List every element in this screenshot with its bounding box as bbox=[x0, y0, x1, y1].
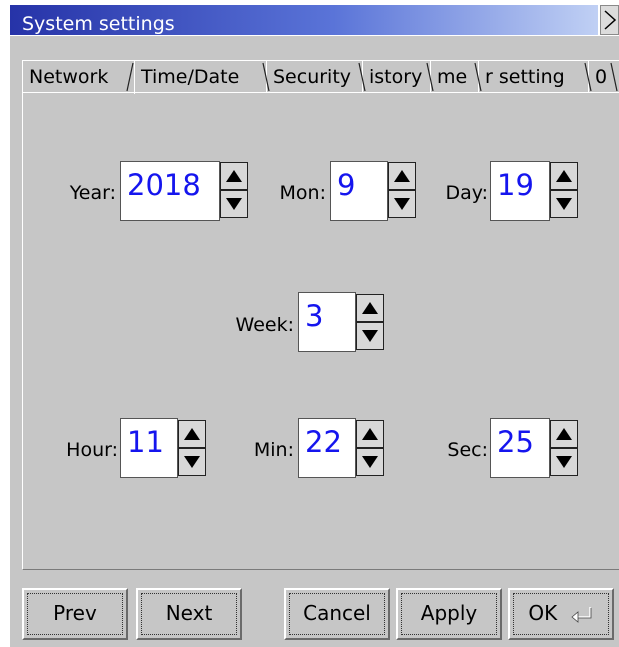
window-title: System settings bbox=[22, 13, 175, 35]
chevron-right-icon bbox=[604, 10, 617, 30]
minute-input[interactable]: 22 bbox=[298, 418, 356, 478]
tab-user-setting[interactable]: r setting bbox=[478, 60, 588, 92]
next-button[interactable]: Next bbox=[136, 588, 242, 640]
day-decrement-button[interactable] bbox=[550, 190, 578, 218]
week-decrement-button[interactable] bbox=[356, 322, 384, 350]
hour-increment-button[interactable] bbox=[178, 420, 206, 448]
arrow-up-icon bbox=[226, 170, 242, 182]
tab-label: istory bbox=[369, 66, 423, 88]
tab-divider bbox=[358, 62, 366, 92]
tab-divider bbox=[262, 62, 270, 92]
tab-history[interactable]: istory bbox=[362, 60, 430, 92]
arrow-up-icon bbox=[556, 170, 572, 182]
second-increment-button[interactable] bbox=[550, 420, 578, 448]
close-button[interactable] bbox=[600, 5, 619, 35]
title-bar-fill: System settings bbox=[10, 5, 598, 35]
tab-strip: Network Time/Date Security istory me r s… bbox=[22, 60, 619, 94]
tab-divider bbox=[610, 62, 618, 92]
ok-button-label: OK bbox=[528, 601, 558, 625]
month-decrement-button[interactable] bbox=[388, 190, 416, 218]
month-input[interactable]: 9 bbox=[330, 161, 388, 221]
apply-button[interactable]: Apply bbox=[396, 588, 502, 640]
week-label: Week: bbox=[235, 314, 294, 336]
year-spinner bbox=[220, 162, 248, 218]
year-input[interactable]: 2018 bbox=[120, 161, 220, 221]
next-button-label: Next bbox=[165, 601, 213, 625]
minute-spinner bbox=[356, 420, 384, 476]
tab-label: me bbox=[437, 66, 468, 88]
arrow-up-icon bbox=[362, 428, 378, 440]
arrow-down-icon bbox=[556, 456, 572, 468]
week-increment-button[interactable] bbox=[356, 294, 384, 322]
tab-divider bbox=[426, 62, 434, 92]
arrow-up-icon bbox=[394, 170, 410, 182]
month-increment-button[interactable] bbox=[388, 162, 416, 190]
tab-me[interactable]: me bbox=[430, 60, 478, 92]
arrow-down-icon bbox=[362, 330, 378, 342]
window-border bbox=[0, 36, 10, 647]
tab-divider bbox=[126, 62, 134, 92]
day-label: Day: bbox=[445, 182, 488, 204]
day-increment-button[interactable] bbox=[550, 162, 578, 190]
month-label: Mon: bbox=[279, 182, 326, 204]
tab-label: Time/Date bbox=[141, 66, 240, 88]
arrow-up-icon bbox=[184, 428, 200, 440]
prev-button-label: Prev bbox=[53, 601, 97, 625]
second-label: Sec: bbox=[447, 439, 488, 461]
tab-label: Security bbox=[273, 66, 352, 88]
minute-increment-button[interactable] bbox=[356, 420, 384, 448]
title-bar: System settings bbox=[0, 0, 619, 36]
second-input[interactable]: 25 bbox=[490, 418, 550, 478]
hour-label: Hour: bbox=[66, 439, 118, 461]
hour-spinner bbox=[178, 420, 206, 476]
apply-button-label: Apply bbox=[420, 601, 478, 625]
day-input[interactable]: 19 bbox=[490, 161, 550, 221]
tab-label: Network bbox=[29, 66, 109, 88]
tab-divider bbox=[584, 62, 592, 92]
cancel-button[interactable]: Cancel bbox=[284, 588, 390, 640]
second-decrement-button[interactable] bbox=[550, 448, 578, 476]
hour-input[interactable]: 11 bbox=[120, 418, 178, 478]
day-spinner bbox=[550, 162, 578, 218]
arrow-down-icon bbox=[184, 456, 200, 468]
week-spinner bbox=[356, 294, 384, 350]
cancel-button-label: Cancel bbox=[303, 601, 371, 625]
year-decrement-button[interactable] bbox=[220, 190, 248, 218]
week-input[interactable]: 3 bbox=[298, 292, 356, 352]
year-label: Year: bbox=[69, 182, 116, 204]
prev-button[interactable]: Prev bbox=[22, 588, 128, 640]
tab-divider bbox=[474, 62, 482, 92]
tab-label: 0 bbox=[595, 66, 608, 88]
arrow-down-icon bbox=[556, 198, 572, 210]
year-increment-button[interactable] bbox=[220, 162, 248, 190]
tab-label: r setting bbox=[485, 66, 565, 88]
tab-time-date[interactable]: Time/Date bbox=[134, 60, 266, 94]
hour-decrement-button[interactable] bbox=[178, 448, 206, 476]
arrow-down-icon bbox=[394, 198, 410, 210]
arrow-up-icon bbox=[556, 428, 572, 440]
month-spinner bbox=[388, 162, 416, 218]
arrow-up-icon bbox=[362, 302, 378, 314]
ok-button[interactable]: OK bbox=[508, 588, 614, 640]
arrow-down-icon bbox=[226, 198, 242, 210]
tab-security[interactable]: Security bbox=[266, 60, 362, 92]
minute-label: Min: bbox=[253, 439, 294, 461]
second-spinner bbox=[550, 420, 578, 476]
arrow-down-icon bbox=[362, 456, 378, 468]
minute-decrement-button[interactable] bbox=[356, 448, 384, 476]
tab-network[interactable]: Network bbox=[22, 60, 134, 92]
